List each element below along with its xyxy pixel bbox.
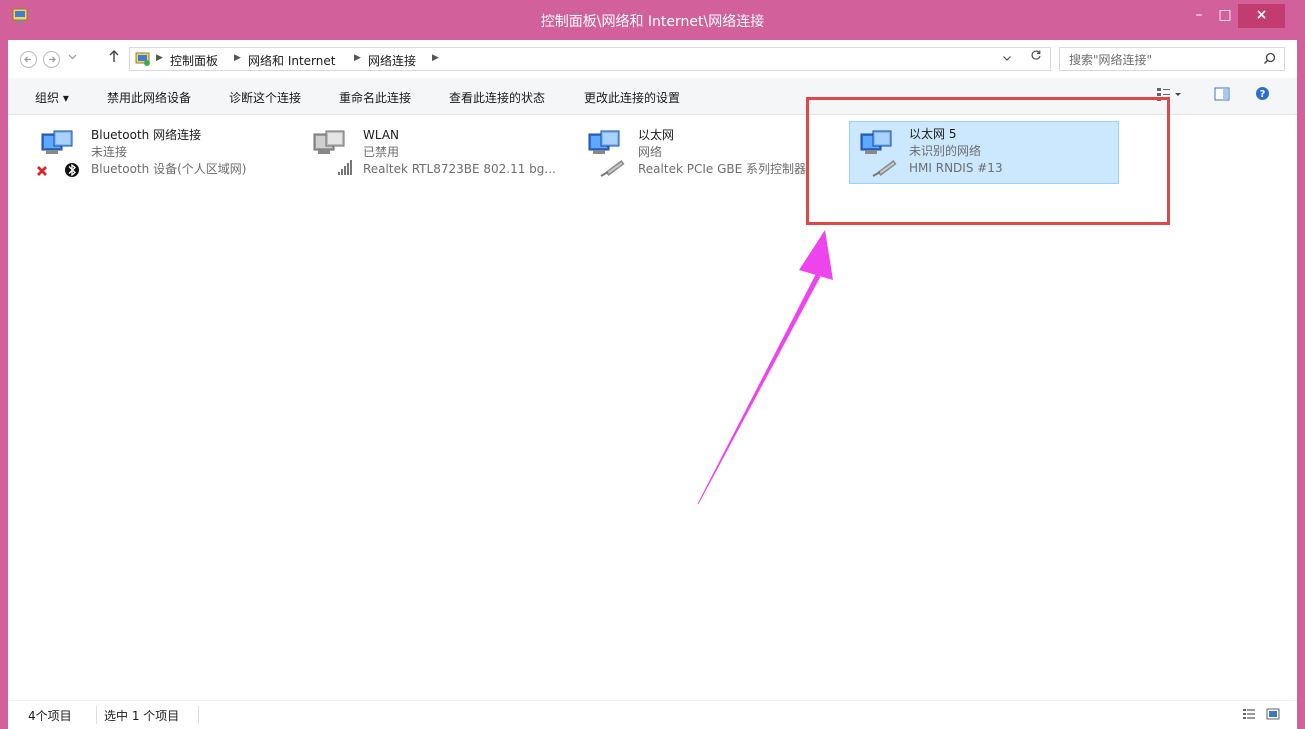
- explorer-window: 控制面板\网络和 Internet\网络连接 – □ × ▶ 控制面板 ▶ 网络…: [0, 0, 1305, 729]
- svg-text:?: ?: [1260, 89, 1266, 100]
- selected-count: 选中 1 个项目: [104, 709, 180, 723]
- breadcrumb-network-internet[interactable]: 网络和 Internet: [248, 52, 335, 69]
- status-divider: [198, 706, 199, 724]
- help-icon: ?: [1256, 87, 1269, 100]
- back-arrow-icon: [24, 56, 31, 63]
- rename-connection-button[interactable]: 重命名此连接: [339, 89, 411, 106]
- details-view-icon: [1243, 709, 1255, 719]
- recent-locations-dropdown[interactable]: [68, 52, 77, 64]
- connections-list[interactable]: Bluetooth 网络连接 未连接 Bluetooth 设备(个人区域网) W…: [8, 97, 1297, 700]
- address-bar[interactable]: ▶ 控制面板 ▶ 网络和 Internet ▶ 网络连接 ▶: [129, 47, 1051, 71]
- breadcrumb-separator-icon[interactable]: ▶: [432, 53, 439, 63]
- address-history-dropdown[interactable]: [1002, 53, 1012, 66]
- chevron-down-icon: [68, 54, 77, 60]
- arrow-head: [799, 230, 833, 280]
- arrow-shaft: [697, 266, 825, 505]
- disable-device-button[interactable]: 禁用此网络设备: [107, 89, 191, 106]
- forward-button[interactable]: [43, 51, 60, 68]
- breadcrumb-network-connections[interactable]: 网络连接: [368, 52, 416, 69]
- preview-pane-icon: [1214, 87, 1230, 101]
- address-row: ▶ 控制面板 ▶ 网络和 Internet ▶ 网络连接 ▶: [8, 40, 1297, 78]
- view-status-button[interactable]: 查看此连接的状态: [449, 89, 545, 106]
- search-input[interactable]: [1061, 49, 1261, 71]
- change-settings-button[interactable]: 更改此连接的设置: [584, 89, 680, 106]
- breadcrumb-control-panel[interactable]: 控制面板: [170, 52, 218, 69]
- status-bar: 4个项目 选中 1 个项目: [8, 700, 1297, 729]
- refresh-button[interactable]: [1026, 49, 1046, 65]
- status-divider: [96, 706, 97, 724]
- breadcrumb-separator-icon[interactable]: ▶: [354, 53, 361, 63]
- item-count: 4个项目: [28, 709, 72, 723]
- diagnose-connection-button[interactable]: 诊断这个连接: [229, 89, 301, 106]
- up-button[interactable]: [108, 49, 120, 67]
- search-icon[interactable]: [1263, 52, 1276, 65]
- annotation-arrow: [697, 230, 833, 505]
- organize-menu[interactable]: 组织 ▾: [35, 89, 69, 106]
- title-bar[interactable]: 控制面板\网络和 Internet\网络连接 – □ ×: [0, 0, 1305, 40]
- up-arrow-icon: [109, 50, 119, 62]
- search-box[interactable]: [1059, 47, 1285, 71]
- client-area: ▶ 控制面板 ▶ 网络和 Internet ▶ 网络连接 ▶ 搜索"网络连接" …: [8, 40, 1297, 729]
- large-icons-view-icon: [1266, 708, 1280, 720]
- back-button[interactable]: [20, 51, 37, 68]
- forward-arrow-icon: [49, 56, 56, 63]
- maximize-button[interactable]: □: [1212, 4, 1238, 28]
- minimize-button[interactable]: –: [1186, 4, 1212, 28]
- preview-pane-button[interactable]: [1214, 86, 1230, 106]
- control-panel-icon: [135, 52, 150, 66]
- close-button[interactable]: ×: [1238, 4, 1285, 28]
- large-icons-view-button[interactable]: [1266, 707, 1280, 721]
- details-view-button[interactable]: [1242, 707, 1256, 721]
- breadcrumb-separator-icon[interactable]: ▶: [234, 53, 241, 63]
- help-button[interactable]: ?: [1255, 86, 1270, 105]
- window-title: 控制面板\网络和 Internet\网络连接: [540, 14, 765, 30]
- chevron-down-icon: [1003, 56, 1011, 61]
- breadcrumb-separator-icon[interactable]: ▶: [156, 53, 163, 63]
- refresh-icon: [1031, 50, 1041, 60]
